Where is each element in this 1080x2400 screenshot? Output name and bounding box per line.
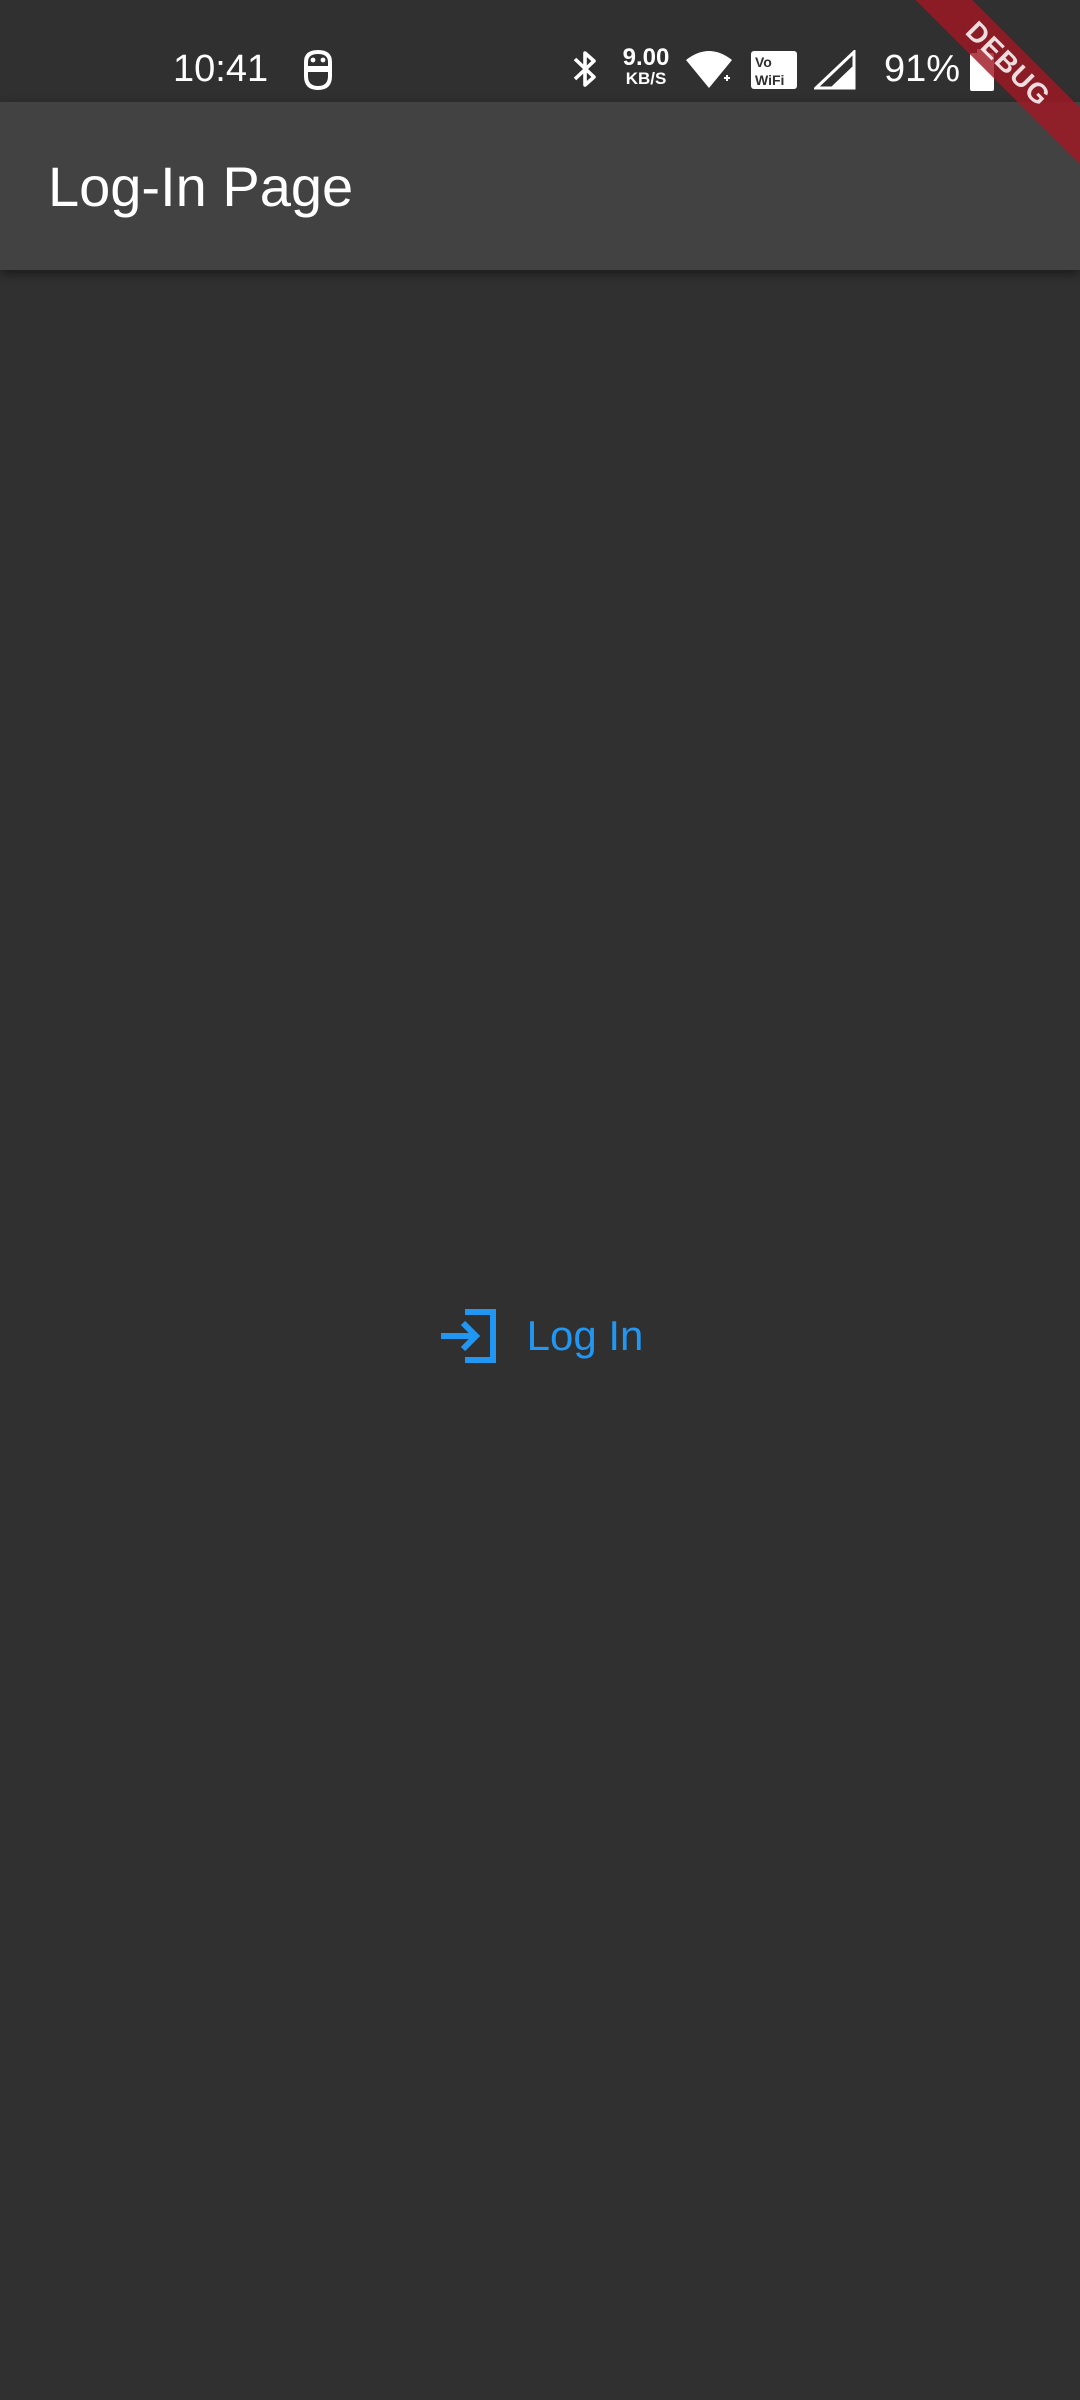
login-button[interactable]: Log In xyxy=(420,1296,660,1376)
page-title: Log-In Page xyxy=(48,155,354,218)
login-icon xyxy=(437,1306,501,1366)
notification-app-icon xyxy=(300,48,336,92)
bluetooth-icon xyxy=(570,48,600,90)
svg-text:Vo: Vo xyxy=(755,54,772,70)
wifi-icon xyxy=(684,50,734,90)
debug-banner: DEBUG xyxy=(880,0,1080,200)
network-speed-value: 9.00 xyxy=(622,44,670,71)
vowifi-icon: Vo WiFi xyxy=(750,50,798,90)
network-speed: 9.00 KB/S xyxy=(618,46,674,88)
svg-text:WiFi: WiFi xyxy=(755,72,784,88)
login-button-label: Log In xyxy=(526,1312,644,1359)
status-time: 10:41 xyxy=(173,48,269,90)
cellular-signal-icon xyxy=(812,48,856,90)
debug-banner-label: DEBUG xyxy=(894,0,1080,178)
network-speed-unit: KB/S xyxy=(625,69,667,88)
